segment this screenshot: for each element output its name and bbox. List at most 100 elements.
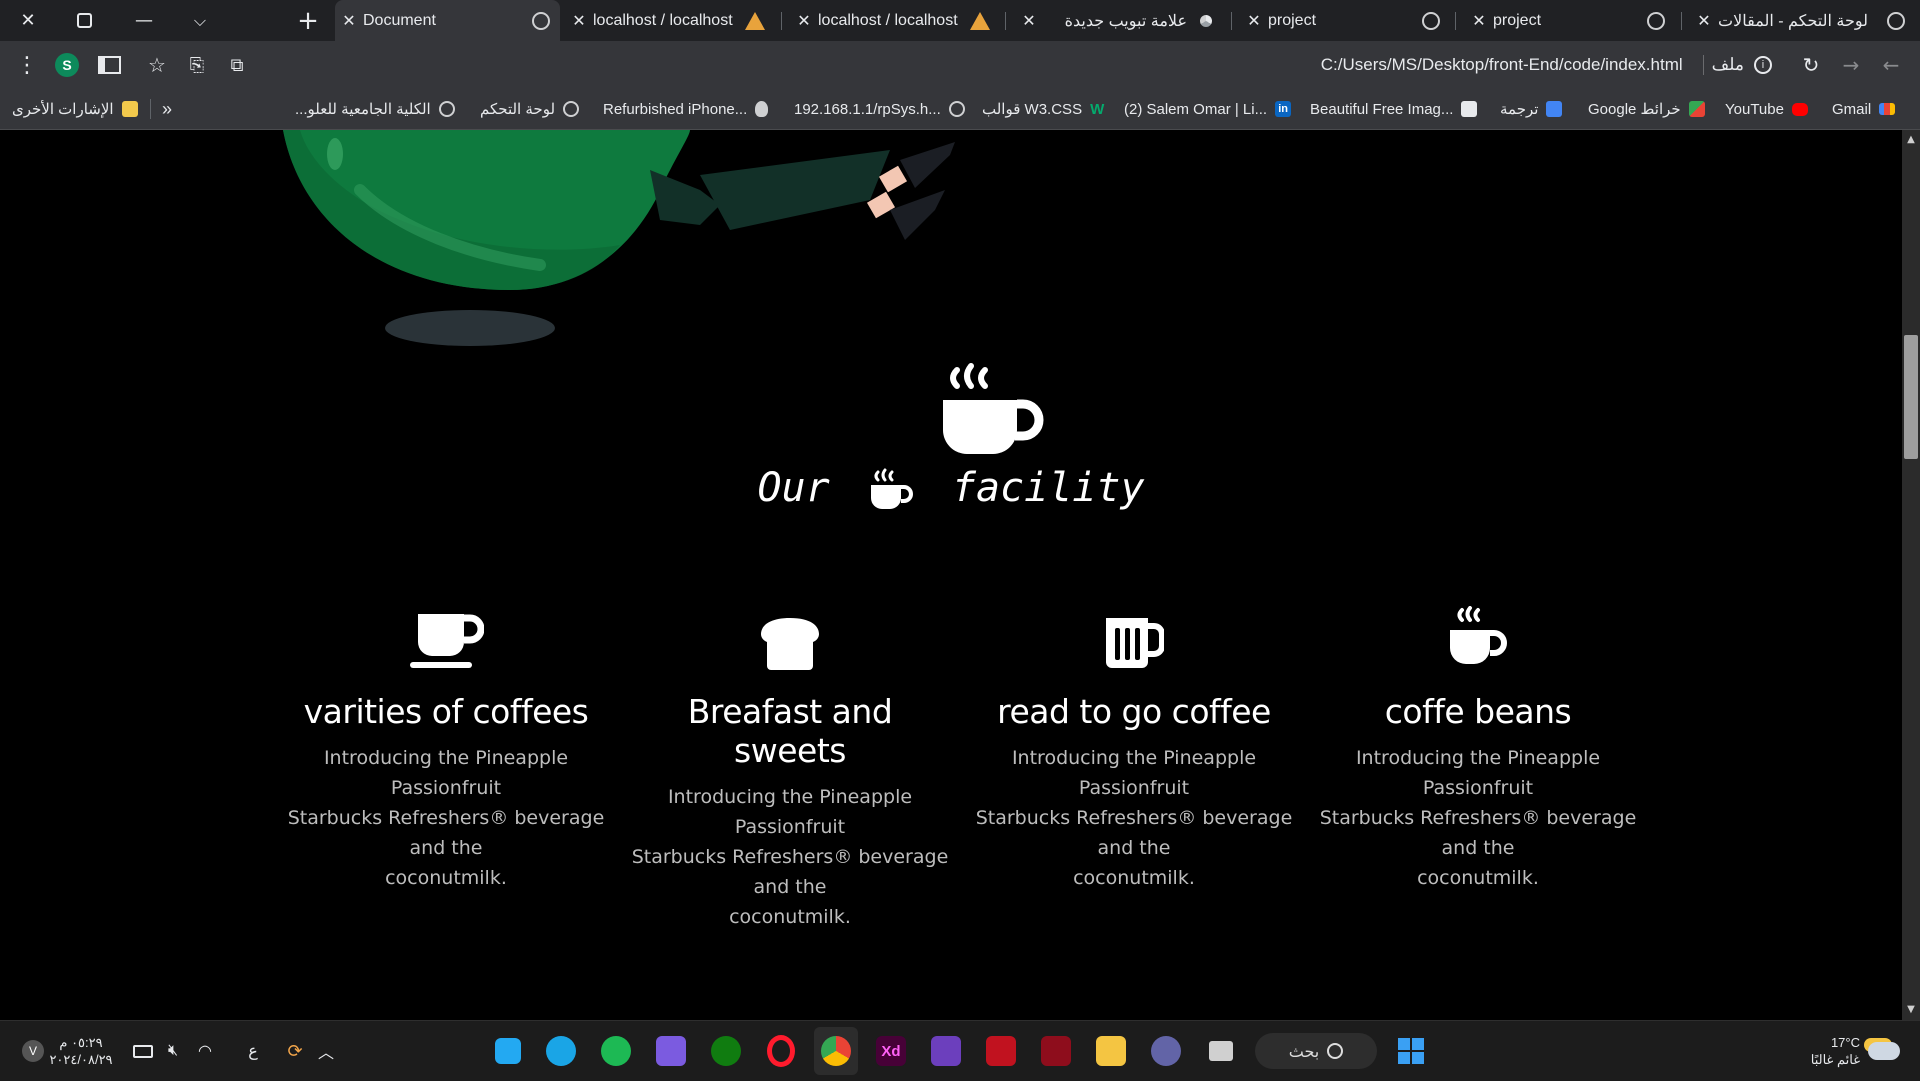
translate-icon: [1546, 101, 1563, 117]
app-red-icon[interactable]: [981, 1021, 1021, 1081]
tab-divider: [1455, 12, 1456, 30]
profile-avatar[interactable]: S: [52, 41, 82, 89]
tab-dashboard-articles[interactable]: ✕ لوحة التحكم - المقالات: [1690, 0, 1915, 41]
bookmarks-overflow-button[interactable]: »: [162, 89, 172, 129]
task-view-icon[interactable]: [1201, 1021, 1241, 1081]
bookmarks-overflow-label: »: [162, 98, 173, 119]
tab-localhost-1[interactable]: ✕ localhost / localhost |: [565, 0, 775, 41]
minimize-window-icon[interactable]: —: [128, 0, 160, 41]
close-tab-icon[interactable]: ✕: [1015, 11, 1043, 31]
card-desc-line: coconutmilk.: [385, 867, 507, 889]
visual-studio-icon[interactable]: [926, 1021, 966, 1081]
tray-chevron-up-icon[interactable]: ︿: [314, 1021, 338, 1081]
card-desc-line: and the: [409, 837, 483, 859]
tab-localhost-2[interactable]: ✕ localhost / localhost /: [790, 0, 1000, 41]
user-badge[interactable]: V: [20, 1021, 46, 1081]
card-desc-line: Starbucks Refreshers® beverage: [287, 807, 605, 829]
input-language[interactable]: ع: [244, 1021, 262, 1081]
bookmark-label: ترجمة: [1500, 101, 1539, 118]
tab-document[interactable]: ✕ Document: [335, 0, 560, 41]
coffee-cup-icon: [410, 614, 484, 668]
bookmark-dashboard[interactable]: لوحة التحكم: [480, 89, 580, 129]
close-window-icon[interactable]: ✕: [12, 0, 44, 41]
tab-project-2[interactable]: ✕ project: [1465, 0, 1675, 41]
new-tab-button[interactable]: +: [292, 0, 324, 41]
page-viewport: Our facility varities of coffees Introdu…: [0, 130, 1902, 1020]
tab-divider: [1231, 12, 1232, 30]
close-tab-icon[interactable]: ✕: [790, 11, 818, 31]
card-desc-line: Passionfruit: [1078, 777, 1190, 799]
scroll-down-arrow-icon[interactable]: ▼: [1902, 1002, 1920, 1018]
url-prefix: ملف: [1711, 55, 1744, 74]
bookmark-refurbished-iphone[interactable]: Refurbished iPhone...: [603, 89, 769, 129]
close-tab-icon[interactable]: ✕: [565, 11, 593, 31]
clipchamp-icon[interactable]: [651, 1021, 691, 1081]
close-tab-icon[interactable]: ✕: [1465, 11, 1493, 31]
url-text[interactable]: C:/Users/MS/Desktop/front-End/code/index…: [1300, 55, 1695, 75]
opera-icon[interactable]: [761, 1021, 801, 1081]
tab-new-tab[interactable]: ✕ علامة تبويب جديدة: [1015, 0, 1225, 41]
tab-title: localhost / localhost /: [818, 11, 958, 29]
hot-coffee-icon: [943, 363, 1044, 454]
bookmark-gmail[interactable]: Gmail: [1832, 89, 1896, 129]
tab-title: localhost / localhost |: [593, 11, 733, 29]
tab-search-chevron-icon[interactable]: ⌵: [184, 0, 216, 41]
bookmark-google-maps[interactable]: خرائط Google: [1588, 89, 1705, 129]
site-info-icon[interactable]: i: [1754, 56, 1772, 74]
bookmark-star-icon[interactable]: ☆: [142, 41, 172, 89]
taskbar-search[interactable]: بحث: [1255, 1033, 1377, 1069]
heading-word-facility: facility: [951, 465, 1145, 511]
weather-desc: غائم غالبًا: [1810, 1052, 1860, 1067]
card-desc-line: Starbucks Refreshers® beverage: [1319, 807, 1637, 829]
clock[interactable]: ٠٥:٢٩ م ٢٠٢٤/٠٨/٢٩: [49, 1021, 112, 1081]
bookmark-router[interactable]: 192.168.1.1/rpSys.h...: [794, 89, 965, 129]
apple-icon: [755, 101, 769, 117]
bookmark-college[interactable]: الكلية الجامعية للعلو...: [295, 89, 455, 129]
bookmark-linkedin[interactable]: (2) Salem Omar | Li... in: [1124, 89, 1292, 129]
back-icon[interactable]: ←: [1876, 41, 1906, 89]
bookmark-w3css[interactable]: قوالب W3.CSS W: [982, 89, 1110, 129]
scroll-up-arrow-icon[interactable]: ▲: [1902, 132, 1920, 148]
tab-project-1[interactable]: ✕ project: [1240, 0, 1450, 41]
edge-icon[interactable]: [541, 1021, 581, 1081]
spotify-icon[interactable]: [596, 1021, 636, 1081]
card-desc-line: Passionfruit: [1422, 777, 1534, 799]
translate-page-icon[interactable]: ⧉: [222, 41, 252, 89]
sidebar-icon[interactable]: [94, 41, 124, 89]
close-tab-icon[interactable]: ✕: [1240, 11, 1268, 31]
chrome-taskbar-icon[interactable]: [814, 1027, 858, 1075]
wifi-icon[interactable]: ◠: [192, 1021, 218, 1081]
weather-widget[interactable]: 17°C غائم غالبًا: [1790, 1021, 1860, 1081]
restore-window-icon[interactable]: [68, 0, 100, 41]
card-title: coffe beans: [1384, 692, 1572, 731]
globe-icon: [438, 101, 455, 117]
reload-icon[interactable]: ↻: [1796, 41, 1826, 89]
app-dark-red-icon[interactable]: [1036, 1021, 1076, 1081]
bookmark-youtube[interactable]: YouTube: [1725, 89, 1808, 129]
adobe-xd-icon[interactable]: Xd: [871, 1021, 911, 1081]
sync-icon[interactable]: ⟳: [282, 1021, 308, 1081]
teams-icon[interactable]: [1146, 1021, 1186, 1081]
unsplash-icon: [1461, 101, 1478, 117]
tab-divider: [1005, 12, 1006, 30]
share-icon[interactable]: ⎘: [182, 41, 212, 89]
windows-start-icon[interactable]: [1394, 1021, 1428, 1081]
card-desc-line: Introducing the Pineapple: [323, 747, 569, 769]
menu-kebab-icon[interactable]: ⋮: [14, 41, 40, 89]
xbox-icon[interactable]: [706, 1021, 746, 1081]
file-explorer-icon[interactable]: [1091, 1021, 1131, 1081]
close-tab-icon[interactable]: ✕: [1690, 11, 1718, 31]
forward-icon[interactable]: →: [1836, 41, 1866, 89]
close-tab-icon[interactable]: ✕: [335, 11, 363, 31]
bookmark-unsplash[interactable]: Beautiful Free Imag...: [1310, 89, 1478, 129]
vscode-icon[interactable]: [488, 1021, 528, 1081]
battery-icon[interactable]: [132, 1021, 154, 1081]
scrollbar-thumb[interactable]: [1904, 335, 1918, 459]
bookmark-translate[interactable]: ترجمة: [1500, 89, 1563, 129]
page-scrollbar[interactable]: [1902, 130, 1920, 1020]
bookmark-label: قوالب W3.CSS: [982, 101, 1083, 118]
bookmark-other-folder[interactable]: الإشارات الأخرى: [12, 89, 138, 129]
phpmyadmin-icon: [970, 11, 990, 30]
address-bar[interactable]: C:/Users/MS/Desktop/front-End/code/index…: [1300, 48, 1772, 82]
volume-muted-icon[interactable]: 🔇︎: [162, 1021, 184, 1081]
